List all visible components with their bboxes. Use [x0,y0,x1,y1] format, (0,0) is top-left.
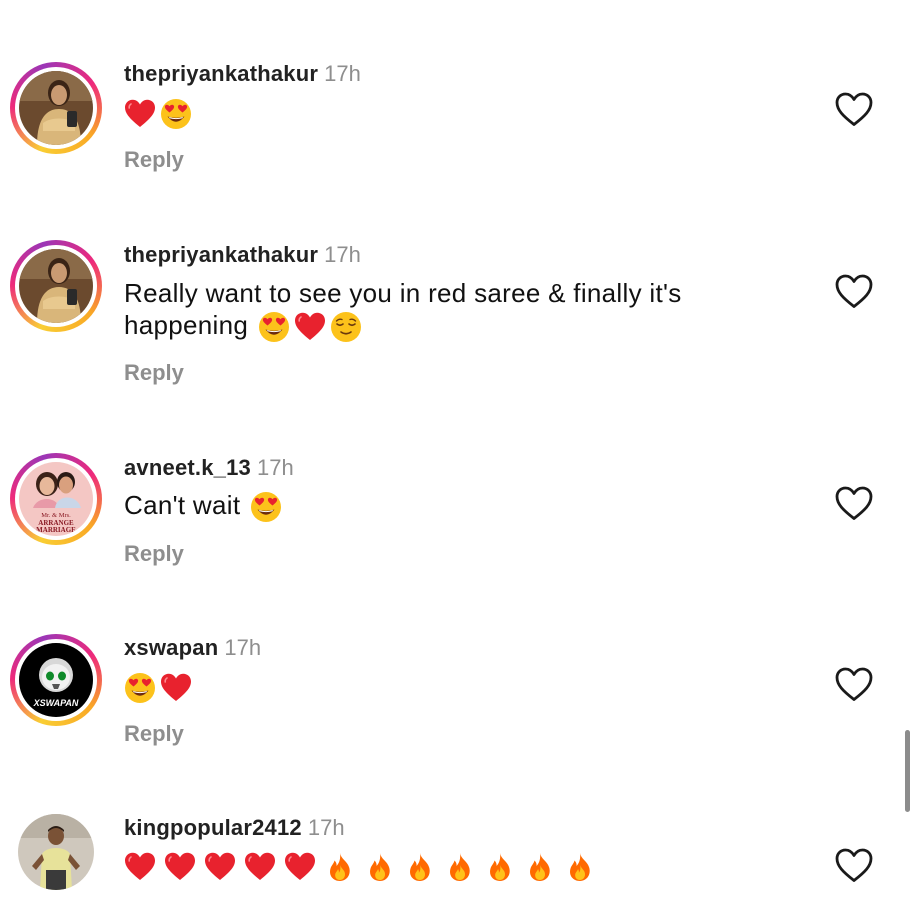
red-heart-emoji [294,311,326,343]
comment-text: Can't wait [124,489,804,523]
username[interactable]: avneet.k_13 [124,455,251,480]
fire-emoji [524,851,556,883]
fire-emoji [484,851,516,883]
timestamp: 17h [307,815,345,840]
avatar-frame[interactable] [10,806,102,898]
like-heart-icon[interactable] [834,846,874,884]
reply-button[interactable]: Reply [124,360,184,386]
fire-emoji [364,851,396,883]
timestamp: 17h [224,635,262,660]
comment-meta: thepriyankathakur 17h [124,61,361,87]
heart-eyes-emoji [258,311,290,343]
comment-meta: kingpopular2412 17h [124,815,345,841]
username[interactable]: xswapan [124,635,218,660]
comment-meta: thepriyankathakur 17h [124,242,361,268]
like-heart-icon[interactable] [834,665,874,703]
avatar: XSWAPAN [19,643,93,717]
username[interactable]: thepriyankathakur [124,242,318,267]
heart-eyes-emoji [250,491,282,523]
reply-button[interactable]: Reply [124,721,184,747]
avatar [19,249,93,323]
username[interactable]: thepriyankathakur [124,61,318,86]
red-heart-emoji [244,851,276,883]
comment-text-line: happening [124,309,804,343]
red-heart-emoji [164,851,196,883]
comment-text-word: Can't wait [124,490,241,520]
relieved-face-emoji [330,311,362,343]
fire-emoji [444,851,476,883]
red-heart-emoji [124,851,156,883]
avatar-caption: Mr. & Mrs. [41,512,71,519]
scrollbar-thumb[interactable] [905,730,910,812]
avatar [18,814,94,890]
story-ring-avatar[interactable]: Mr. & Mrs. ARRANGE MARRIAGE [10,453,102,545]
comment-text [124,849,804,883]
comment-text-word: happening [124,310,249,340]
avatar [19,71,93,145]
timestamp: 17h [256,455,294,480]
heart-eyes-emoji [124,672,156,704]
story-ring-avatar[interactable] [10,240,102,332]
fire-emoji [404,851,436,883]
timestamp: 17h [324,242,361,267]
story-ring-avatar[interactable] [10,62,102,154]
comment-text [124,670,804,704]
comment-meta: avneet.k_13 17h [124,455,294,481]
fire-emoji [564,851,596,883]
like-heart-icon[interactable] [834,484,874,522]
red-heart-emoji [124,98,156,130]
red-heart-emoji [204,851,236,883]
avatar-caption: MARRIAGE [36,526,76,534]
avatar: Mr. & Mrs. ARRANGE MARRIAGE [19,462,93,536]
avatar-caption: XSWAPAN [33,698,79,708]
comment-text-line: Really want to see you in red saree & fi… [124,278,682,308]
timestamp: 17h [324,61,361,86]
like-heart-icon[interactable] [834,272,874,310]
red-heart-emoji [284,851,316,883]
reply-button[interactable]: Reply [124,147,184,173]
red-heart-emoji [160,672,192,704]
reply-button[interactable]: Reply [124,541,184,567]
comment-text: Really want to see you in red saree & fi… [124,277,804,343]
story-ring-avatar[interactable]: XSWAPAN [10,634,102,726]
heart-eyes-emoji [160,98,192,130]
username[interactable]: kingpopular2412 [124,815,302,840]
fire-emoji [324,851,356,883]
comment-text [124,96,804,130]
like-heart-icon[interactable] [834,90,874,128]
comment-meta: xswapan 17h [124,635,261,661]
